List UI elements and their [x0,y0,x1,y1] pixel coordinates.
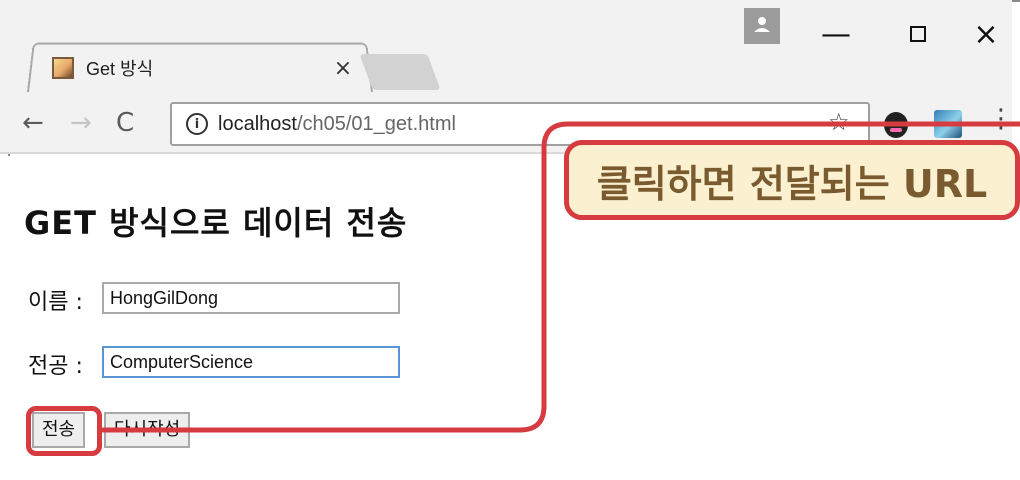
callout-text: 클릭하면 전달되는 URL [596,161,988,206]
annotation-leader-line [102,121,1020,433]
submit-highlight-box [26,406,102,456]
annotation-callout: 클릭하면 전달되는 URL [564,140,1020,220]
